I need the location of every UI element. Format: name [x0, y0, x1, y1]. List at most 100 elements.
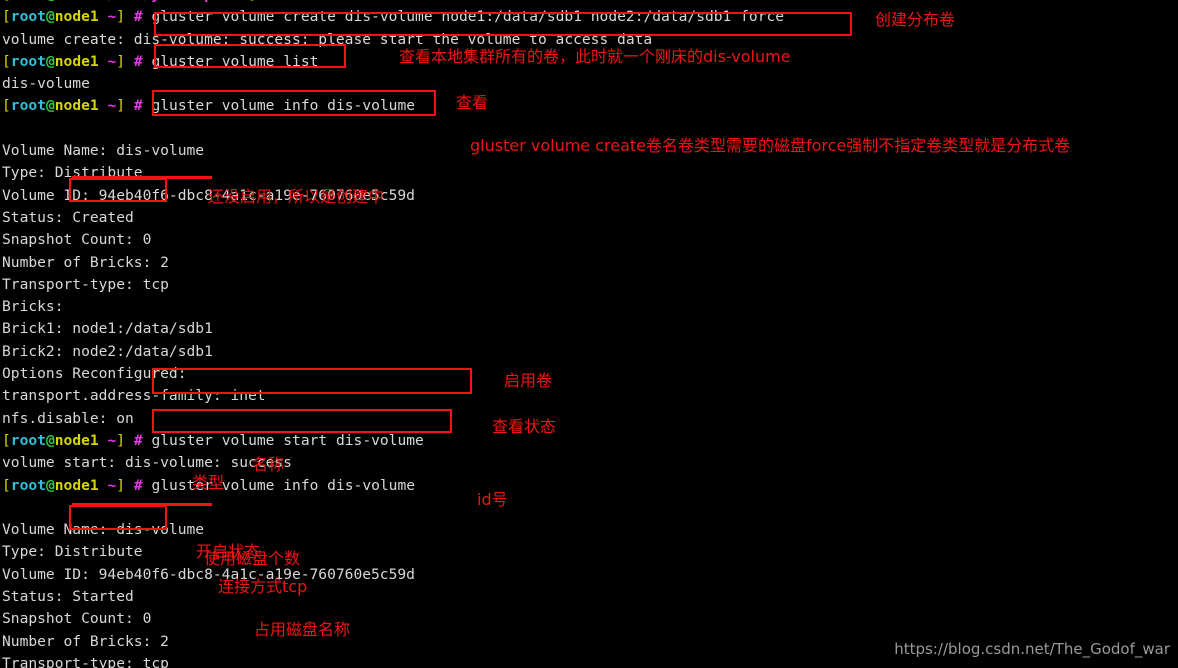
- terminal-output-text: Type: Distribute: [2, 164, 143, 182]
- terminal-command: gluster volume create dis-volume node1:/…: [142, 8, 785, 26]
- prompt-user: root: [10, 8, 46, 26]
- terminal-prompt-line: [root@node1 ~] # gluster volume list: [0, 51, 1178, 73]
- terminal-output-text: Transport-type: tcp: [2, 654, 169, 668]
- terminal-output-line: volume start: dis-volume: success: [0, 452, 1178, 474]
- prompt-open-bracket: [: [2, 52, 11, 70]
- terminal-command: cd: [274, 0, 301, 3]
- prompt-sigil: #: [133, 8, 143, 26]
- prompt-sigil: #: [133, 476, 143, 494]
- prompt-user: root: [10, 476, 46, 494]
- prompt-host: node1: [54, 52, 99, 70]
- terminal-output-text: Status: Started: [2, 588, 134, 606]
- terminal-output-line: Bricks:: [0, 296, 1178, 318]
- terminal-output-text: Snapshot Count: 0: [2, 610, 152, 628]
- terminal-output-text: Type: Distribute: [2, 543, 143, 561]
- terminal-output-line: Volume Name: dis-volume: [0, 519, 1178, 541]
- terminal-prompt-line: [root@node1 ~] # gluster volume create d…: [0, 6, 1178, 28]
- terminal-output-line: Snapshot Count: 0: [0, 229, 1178, 251]
- prompt-sigil: #: [133, 52, 143, 70]
- prompt-open-bracket: [: [2, 97, 11, 115]
- prompt-at: @: [46, 0, 55, 3]
- terminal-prompt-line: [root@node1 ~] # gluster volume start di…: [0, 430, 1178, 452]
- terminal-output-text: transport.address-family: inet: [2, 387, 266, 405]
- prompt-close-bracket: ]: [116, 52, 126, 70]
- prompt-close-bracket: ]: [116, 97, 126, 115]
- terminal-output-line: dis-volume: [0, 73, 1178, 95]
- prompt-user: root: [11, 0, 46, 3]
- terminal-output-line: nfs.disable: on: [0, 408, 1178, 430]
- terminal-output-line: Transport-type: tcp: [0, 274, 1178, 296]
- prompt-open-bracket: [: [2, 476, 11, 494]
- terminal-output-text: Status: Created: [2, 208, 134, 226]
- prompt-sigil: #: [133, 431, 143, 449]
- terminal-output-line: Volume ID: 94eb40f6-dbc8-4a1c-a19e-76076…: [0, 185, 1178, 207]
- terminal-output-text: nfs.disable: on: [2, 409, 134, 427]
- terminal-command: gluster volume list: [142, 52, 319, 70]
- prompt-path: ~: [107, 476, 117, 494]
- prompt-path: /etc/yum.repos.d: [107, 0, 248, 3]
- prompt-path: ~: [107, 97, 117, 115]
- prompt-at: @: [45, 476, 55, 494]
- terminal-output-text: volume create: dis-volume: success: plea…: [2, 30, 653, 48]
- prompt-open-bracket: [: [2, 8, 11, 26]
- terminal-output-line: Number of Bricks: 2: [0, 631, 1178, 653]
- prompt-close-bracket: ]: [248, 0, 257, 3]
- prompt-host: node1: [55, 0, 99, 3]
- prompt-host: node1: [54, 431, 99, 449]
- terminal-output-text: [2, 499, 11, 516]
- terminal-output-line: Volume Name: dis-volume: [0, 140, 1178, 162]
- prompt-close-bracket: ]: [116, 476, 126, 494]
- terminal-command: gluster volume info dis-volume: [142, 476, 416, 494]
- prompt-at: @: [45, 97, 55, 115]
- terminal-output-line: Number of Bricks: 2: [0, 252, 1178, 274]
- terminal-output-line: transport.address-family: inet: [0, 385, 1178, 407]
- terminal-output-text: [2, 120, 11, 137]
- terminal-output-text: Volume Name: dis-volume: [2, 521, 205, 539]
- terminal-output-text: Bricks:: [2, 298, 64, 316]
- terminal-output-line: Snapshot Count: 0: [0, 608, 1178, 630]
- terminal-output-text: Transport-type: tcp: [2, 275, 169, 293]
- terminal-output-line: Options Reconfigured:: [0, 363, 1178, 385]
- terminal-output-text: Snapshot Count: 0: [2, 231, 152, 249]
- terminal-output-text: Number of Bricks: 2: [2, 253, 169, 271]
- prompt-host: node1: [54, 476, 99, 494]
- terminal-output-line: Brick1: node1:/data/sdb1: [0, 318, 1178, 340]
- prompt-open-bracket: [: [2, 0, 11, 3]
- prompt-close-bracket: ]: [116, 8, 126, 26]
- terminal-output-area: [root@node1 /etc/yum.repos.d] # cd[root@…: [0, 0, 1178, 668]
- prompt-at: @: [45, 8, 55, 26]
- prompt-path: ~: [107, 8, 117, 26]
- terminal-output-line: [0, 118, 1178, 140]
- terminal-command: gluster volume info dis-volume: [142, 97, 416, 115]
- prompt-host: node1: [54, 97, 99, 115]
- terminal-output-text: dis-volume: [2, 75, 90, 93]
- terminal-output-line: [0, 497, 1178, 519]
- terminal-window[interactable]: [root@node1 /etc/yum.repos.d] # cd[root@…: [0, 0, 1178, 668]
- terminal-output-line: Status: Started: [0, 586, 1178, 608]
- prompt-sigil: #: [133, 97, 143, 115]
- terminal-prompt-line: [root@node1 ~] # gluster volume info dis…: [0, 475, 1178, 497]
- prompt-at: @: [45, 52, 55, 70]
- prompt-close-bracket: ]: [116, 431, 126, 449]
- terminal-output-text: Options Reconfigured:: [2, 365, 187, 383]
- terminal-output-text: Brick2: node2:/data/sdb1: [2, 342, 213, 360]
- terminal-output-text: Volume ID: 94eb40f6-dbc8-4a1c-a19e-76076…: [2, 565, 415, 583]
- terminal-output-line: Type: Distribute: [0, 541, 1178, 563]
- terminal-output-text: Volume Name: dis-volume: [2, 142, 205, 160]
- prompt-user: root: [10, 97, 46, 115]
- prompt-open-bracket: [: [2, 431, 11, 449]
- terminal-output-line: Volume ID: 94eb40f6-dbc8-4a1c-a19e-76076…: [0, 564, 1178, 586]
- prompt-user: root: [10, 431, 46, 449]
- prompt-host: node1: [54, 8, 99, 26]
- terminal-output-text: Number of Bricks: 2: [2, 632, 169, 650]
- terminal-output-line: volume create: dis-volume: success: plea…: [0, 29, 1178, 51]
- terminal-output-line: Status: Created: [0, 207, 1178, 229]
- terminal-output-text: volume start: dis-volume: success: [2, 454, 292, 472]
- terminal-output-line: Type: Distribute: [0, 162, 1178, 184]
- prompt-at: @: [45, 431, 55, 449]
- prompt-path: ~: [107, 52, 117, 70]
- prompt-user: root: [10, 52, 46, 70]
- terminal-output-text: Volume ID: 94eb40f6-dbc8-4a1c-a19e-76076…: [2, 186, 415, 204]
- terminal-command: gluster volume start dis-volume: [142, 431, 424, 449]
- terminal-output-line: Brick2: node2:/data/sdb1: [0, 341, 1178, 363]
